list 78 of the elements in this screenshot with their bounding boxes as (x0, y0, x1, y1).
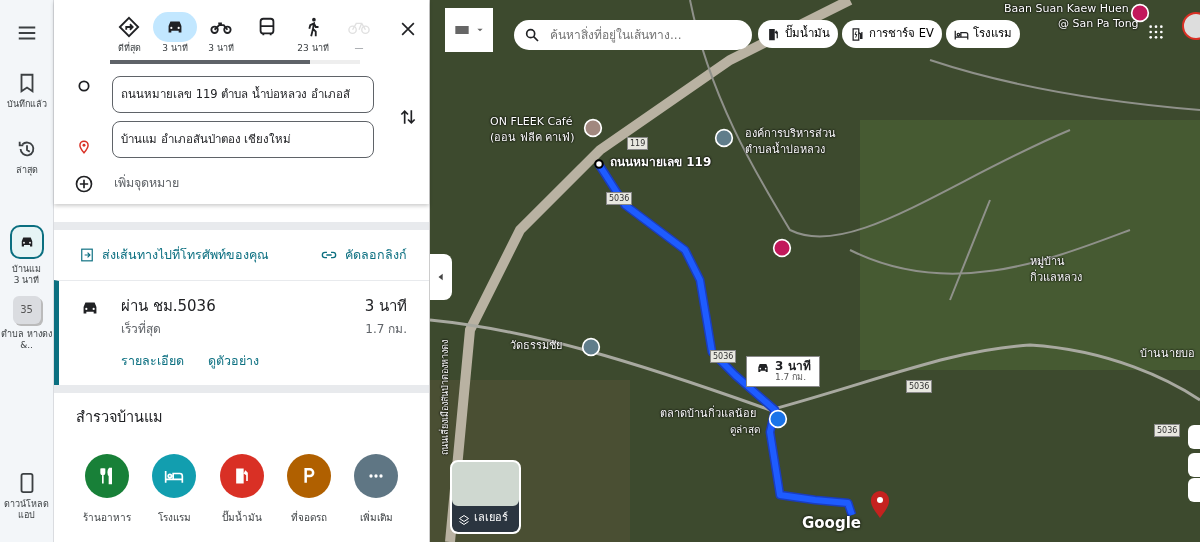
directions-icon (118, 16, 140, 38)
area-label: บ้านนายบอ (1140, 348, 1195, 361)
zoom-out-button[interactable] (1188, 478, 1200, 502)
place-label: (ออน ฟลีค คาเฟ่) (490, 132, 575, 145)
layers-icon (458, 514, 470, 526)
place-sublabel: ดูล่าสุด (730, 424, 760, 436)
filter-chip[interactable]: โรงแรม (945, 20, 1020, 48)
place-label: องค์การบริหารส่วน (745, 128, 836, 141)
rail-item[interactable]: ดาวน์โหลด แอป (0, 471, 54, 521)
caret-icon (436, 272, 446, 282)
route-link[interactable]: รายละเอียด (121, 351, 184, 371)
origin-field[interactable]: ถนนหมายเลข 119 ตำบล น้ำบ่อหลวง อำเภอสั (112, 75, 374, 113)
category-button[interactable]: ปั๊มน้ำมัน (210, 454, 273, 526)
charger-icon (850, 26, 865, 42)
category-button[interactable]: โรงแรม (143, 454, 205, 526)
rail-item[interactable]: บันทึกแล้ว (0, 72, 54, 111)
zoom-in-button[interactable] (1188, 453, 1200, 477)
caret-icon (476, 26, 484, 34)
road-label: ถนนเลี่ยงเมืองสันป่าตองหางดง (440, 340, 451, 455)
place-label: @ San Pa Tong (1058, 18, 1139, 31)
area-label: หมู่บ้าน (1030, 256, 1065, 269)
place-label: ON FLEEK Café (490, 116, 573, 129)
rail-label: บันทึกแล้ว (6, 99, 47, 111)
fuel-icon (766, 26, 781, 42)
travel-mode-tab[interactable]: 3 นาที (198, 12, 244, 56)
pin-icon (77, 138, 91, 155)
callout-time: 3 นาที (775, 360, 811, 373)
rail-item[interactable]: ล่าสุด (0, 138, 54, 177)
copy-link-button[interactable]: คัดลอกลิงก์ (321, 245, 407, 265)
add-destination-button[interactable]: เพิ่มจุดหมาย (114, 174, 179, 193)
send-to-phone-link[interactable]: ส่งเส้นทางไปที่โทรศัพท์ของคุณ (80, 245, 269, 265)
callout-distance: 1.7 กม. (775, 373, 808, 384)
route-name: ผ่าน ชม.5036 (121, 296, 217, 318)
route-shield: 5036 (1154, 424, 1181, 437)
start-point-icon (594, 159, 604, 169)
place-label: Baan Suan Kaew Huen (1004, 3, 1129, 16)
add-icon (74, 173, 94, 194)
search-field[interactable]: ค้นหาสิ่งที่อยู่ในเส้นทาง... (514, 20, 752, 50)
category-button[interactable]: ร้านอาหาร (76, 454, 138, 526)
keyboard-button[interactable] (445, 8, 493, 52)
place-label: ตำบลน้ำบ่อหลวง (745, 144, 825, 157)
route-shield: 5036 (906, 380, 933, 393)
rail-label: 3 นาที (13, 274, 40, 286)
route-shield: 119 (627, 137, 649, 150)
route-shield: 5036 (606, 192, 633, 205)
rail-label: ดาวน์โหลด แอป (3, 498, 50, 521)
rail-label: บ้านแม (12, 263, 41, 275)
destination-field[interactable]: บ้านแม อำเภอสันป่าตอง เชียงใหม่ (112, 120, 374, 158)
travel-mode-tab[interactable]: ดีที่สุด (106, 12, 152, 56)
route-link[interactable]: ดูตัวอย่าง (208, 351, 259, 371)
street-view-button[interactable] (1188, 425, 1200, 449)
section-title: สำรวจบ้านแม (76, 407, 164, 427)
filter-chip[interactable]: การชาร์จ EV (842, 20, 942, 48)
rail-label: ตำบล หางดง &.. (0, 329, 53, 352)
start-label: ถนนหมายเลข 119 (610, 156, 712, 170)
place-label: วัดธรรมชัย (510, 340, 562, 353)
place-thumbnail: 35 (12, 296, 41, 324)
map-logo: Google (802, 513, 861, 534)
route-distance: 1.7 กม. (364, 320, 407, 338)
route-time: 3 นาที (364, 296, 407, 318)
filter-chip[interactable]: ปั๊มน้ำมัน (758, 20, 838, 48)
collapse-panel-button[interactable] (430, 254, 452, 300)
category-button[interactable]: ที่จอดรถ (278, 454, 340, 526)
send-to-phone-icon (80, 247, 94, 262)
search-icon (524, 27, 540, 43)
rail-label: ล่าสุด (15, 165, 38, 177)
travel-mode-tab[interactable]: 23 นาที (290, 12, 336, 56)
route-note: เร็วที่สุด (121, 319, 162, 338)
rail-item[interactable]: บ้านแม 3 นาที (0, 224, 54, 286)
category-button[interactable]: เพิ่มเติม (345, 454, 408, 526)
rail-item[interactable]: 35 ตำบล หางดง &.. (0, 296, 54, 352)
destination-pin-icon (871, 491, 889, 518)
origin-circle-icon (77, 78, 91, 93)
layers-button[interactable]: เลเยอร์ (450, 460, 521, 534)
search-input[interactable]: ค้นหาสิ่งที่อยู่ในเส้นทาง... (548, 25, 738, 45)
route-shield: 5036 (710, 350, 737, 363)
swap-icon (398, 107, 418, 127)
apps-grid-icon[interactable] (1148, 24, 1164, 40)
